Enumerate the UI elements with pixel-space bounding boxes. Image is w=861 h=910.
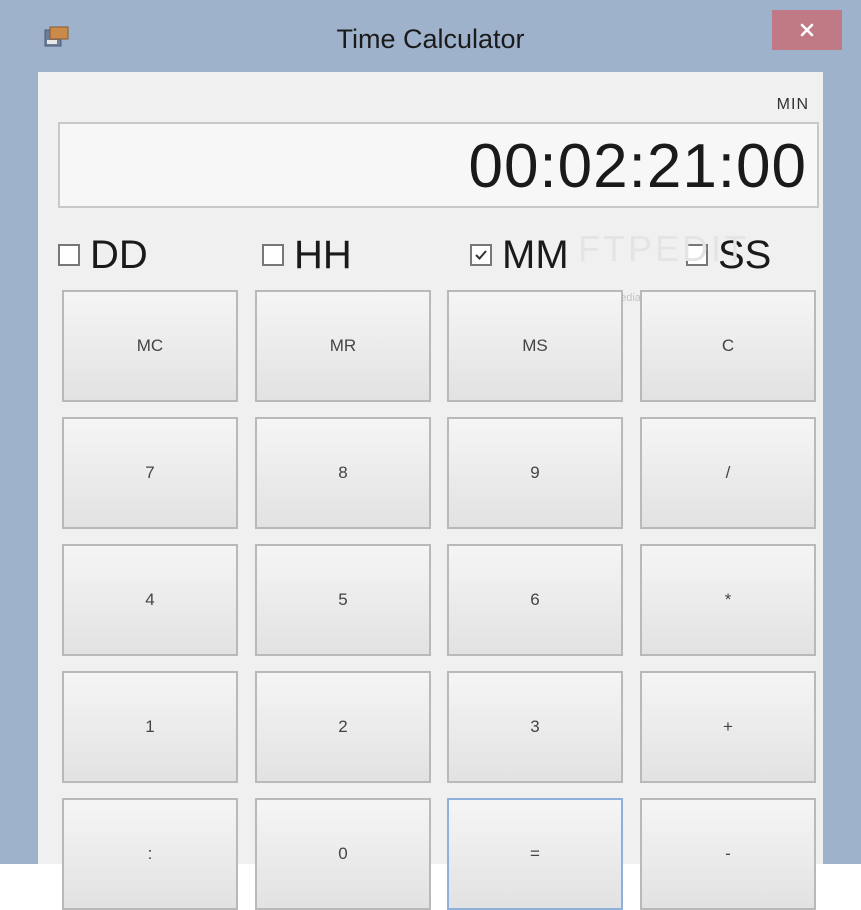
key-equals[interactable]: = (447, 798, 623, 910)
window-title: Time Calculator (336, 24, 525, 54)
result-display: 00:02:21:00 (58, 122, 819, 208)
unit-label-hh: HH (294, 232, 352, 277)
time-calculator-window: Time Calculator MIN 00:02:21:00 DD HH MM… (0, 0, 861, 910)
key-6[interactable]: 6 (447, 544, 623, 656)
unit-label-mm: MM (502, 232, 569, 277)
key-clear[interactable]: C (640, 290, 816, 402)
mode-label: MIN (776, 96, 809, 113)
display-value: 00:02:21:00 (468, 132, 807, 201)
key-add[interactable]: + (640, 671, 816, 783)
key-3[interactable]: 3 (447, 671, 623, 783)
key-multiply[interactable]: * (640, 544, 816, 656)
checkbox-mm[interactable] (470, 244, 492, 266)
unit-ss[interactable]: SS (686, 228, 771, 282)
unit-checkboxes: DD HH MM SS (58, 228, 819, 282)
check-icon (475, 250, 487, 260)
unit-hh[interactable]: HH (262, 228, 352, 282)
unit-label-ss: SS (718, 232, 772, 277)
checkbox-dd[interactable] (58, 244, 80, 266)
key-0[interactable]: 0 (255, 798, 431, 910)
title-bar[interactable]: Time Calculator (0, 0, 861, 72)
key-subtract[interactable]: - (640, 798, 816, 910)
checkbox-ss[interactable] (686, 244, 708, 266)
key-2[interactable]: 2 (255, 671, 431, 783)
key-memory-clear[interactable]: MC (62, 290, 238, 402)
unit-mm[interactable]: MM (470, 228, 569, 282)
key-memory-store[interactable]: MS (447, 290, 623, 402)
key-9[interactable]: 9 (447, 417, 623, 529)
close-button[interactable] (772, 10, 842, 50)
unit-label-dd: DD (90, 232, 148, 277)
key-8[interactable]: 8 (255, 417, 431, 529)
checkbox-hh[interactable] (262, 244, 284, 266)
client-area: MIN 00:02:21:00 DD HH MM SS FTPEDIT MC M… (38, 72, 823, 910)
key-divide[interactable]: / (640, 417, 816, 529)
unit-dd[interactable]: DD (58, 228, 148, 282)
key-5[interactable]: 5 (255, 544, 431, 656)
key-memory-recall[interactable]: MR (255, 290, 431, 402)
key-1[interactable]: 1 (62, 671, 238, 783)
key-7[interactable]: 7 (62, 417, 238, 529)
key-colon[interactable]: : (62, 798, 238, 910)
key-4[interactable]: 4 (62, 544, 238, 656)
close-icon (800, 23, 814, 37)
